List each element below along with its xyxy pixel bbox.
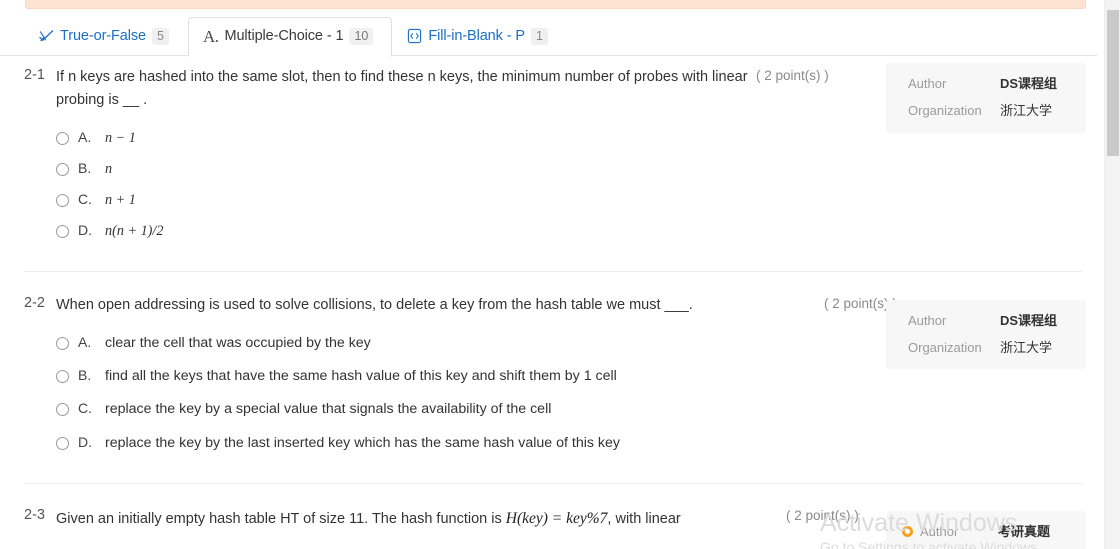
question-item: 2-3 Given an initially empty hash table … [0, 506, 1097, 549]
divider [24, 270, 1082, 272]
question-text-tail: . [688, 296, 693, 313]
radio-button[interactable] [56, 131, 69, 145]
tab-fill-in-blank[interactable]: Fill-in-Blank - P 1 [392, 17, 567, 57]
question-points: ( 2 point(s) ) [786, 507, 859, 523]
option-key: D. [78, 433, 92, 450]
option-text: replace the key by a special value that … [105, 401, 552, 418]
organization-value: 浙江大学 [1000, 339, 1053, 355]
divider [24, 482, 1082, 484]
radio-button[interactable] [56, 163, 69, 177]
author-value: 考研真题 [998, 523, 1051, 539]
author-info-card: Author 考研真题 [886, 510, 1086, 549]
fill-in-blank-icon [407, 28, 422, 44]
option-text: n + 1 [105, 192, 136, 209]
organization-value: 浙江大学 [1000, 103, 1053, 119]
option-key: A. [78, 334, 92, 351]
tab-label: True-or-False [60, 28, 146, 44]
radio-button[interactable] [56, 225, 69, 239]
status-dot-icon [902, 526, 913, 538]
option-key: B. [78, 367, 92, 384]
radio-button[interactable] [56, 403, 69, 417]
question-separator-wrap [0, 460, 1097, 506]
question-list: 2-1 If n keys are hashed into the same s… [0, 56, 1097, 549]
question-text: Given an initially empty hash table HT o… [56, 506, 756, 531]
organization-row: Organization 浙江大学 [908, 339, 1070, 355]
author-row: Author DS课程组 [908, 76, 1070, 91]
option-text: n(n + 1)/2 [105, 223, 164, 240]
question-number: 2-2 [24, 294, 45, 311]
organization-label: Organization [908, 339, 982, 355]
question-type-tabbar: True-or-False 5 A. Multiple-Choice - 1 1… [0, 9, 1097, 57]
radio-button[interactable] [56, 436, 69, 450]
radio-button[interactable] [56, 370, 69, 384]
option-key: C. [78, 400, 92, 417]
tab-label: Fill-in-Blank - P [428, 28, 525, 44]
question-text-tail: . [139, 92, 148, 109]
author-label: Author [908, 76, 947, 91]
tab-true-or-false[interactable]: True-or-False 5 [24, 17, 188, 57]
question-separator-wrap [0, 248, 1097, 294]
author-label: Author [920, 523, 959, 539]
author-info-card: Author DS课程组 Organization 浙江大学 [886, 63, 1086, 133]
option-row[interactable]: C. n + 1 [56, 185, 1097, 216]
question-text-tail: , with linear [607, 510, 681, 527]
author-value: DS课程组 [1000, 312, 1058, 328]
option-key: A. [78, 128, 92, 145]
question-text-part: When open addressing is used to solve co… [56, 296, 665, 313]
tab-multiple-choice[interactable]: A. Multiple-Choice - 1 10 [187, 16, 393, 57]
option-key: D. [78, 222, 92, 239]
option-text: clear the cell that was occupied by the … [105, 335, 371, 352]
vertical-scrollbar[interactable] [1104, 0, 1120, 549]
author-info-card: Author DS课程组 Organization 浙江大学 [886, 299, 1086, 370]
exam-page: True-or-False 5 A. Multiple-Choice - 1 1… [0, 0, 1120, 549]
author-row: Author DS课程组 [908, 312, 1070, 328]
tab-count-badge: 10 [349, 27, 374, 45]
true-false-icon [39, 29, 54, 44]
author-row: Author 考研真题 [902, 523, 1070, 539]
question-text-part: If n keys are hashed into the same slot,… [56, 69, 748, 109]
option-row[interactable]: D. n(n + 1)/2 [56, 216, 1097, 247]
question-points: ( 2 point(s) ) [756, 68, 829, 83]
radio-button[interactable] [56, 194, 69, 208]
question-number: 2-1 [24, 67, 45, 83]
question-item: 2-1 If n keys are hashed into the same s… [0, 56, 1097, 248]
option-row[interactable]: C. replace the key by a special value th… [56, 393, 1097, 426]
question-points: ( 2 point(s) ) [824, 295, 897, 311]
tab-label: Multiple-Choice - 1 [224, 28, 344, 44]
organization-label: Organization [908, 103, 982, 119]
question-text: When open addressing is used to solve co… [56, 294, 816, 317]
option-text: replace the key by the last inserted key… [105, 434, 620, 451]
letter-a-icon: A. [202, 26, 219, 46]
option-row[interactable]: D. replace the key by the last inserted … [56, 427, 1097, 460]
radio-button[interactable] [56, 337, 69, 351]
notice-banner [25, 0, 1086, 9]
tab-count-badge: 5 [151, 27, 169, 45]
question-text-part: Given an initially empty hash table HT o… [56, 510, 506, 527]
option-text: find all the keys that have the same has… [105, 368, 617, 385]
answer-blank: ___ [664, 296, 689, 313]
option-text: n [105, 161, 113, 178]
author-label: Author [908, 312, 947, 328]
organization-row: Organization 浙江大学 [908, 103, 1070, 119]
option-key: B. [78, 160, 92, 177]
question-item: 2-2 When open addressing is used to solv… [0, 294, 1097, 460]
option-text: n − 1 [105, 129, 136, 146]
option-row[interactable]: B. n [56, 154, 1097, 185]
question-number: 2-3 [24, 506, 45, 523]
scrollbar-thumb[interactable] [1107, 10, 1119, 156]
author-value: DS课程组 [1000, 76, 1058, 91]
hash-function-formula: H(key) = key%7 [505, 509, 608, 527]
tab-count-badge: 1 [530, 27, 548, 45]
question-text: If n keys are hashed into the same slot,… [56, 66, 756, 113]
option-key: C. [78, 191, 92, 208]
option-group: A. n − 1 B. n C. n + 1 D. n(n + 1)/2 [0, 113, 1097, 248]
answer-blank: __ [122, 92, 140, 109]
